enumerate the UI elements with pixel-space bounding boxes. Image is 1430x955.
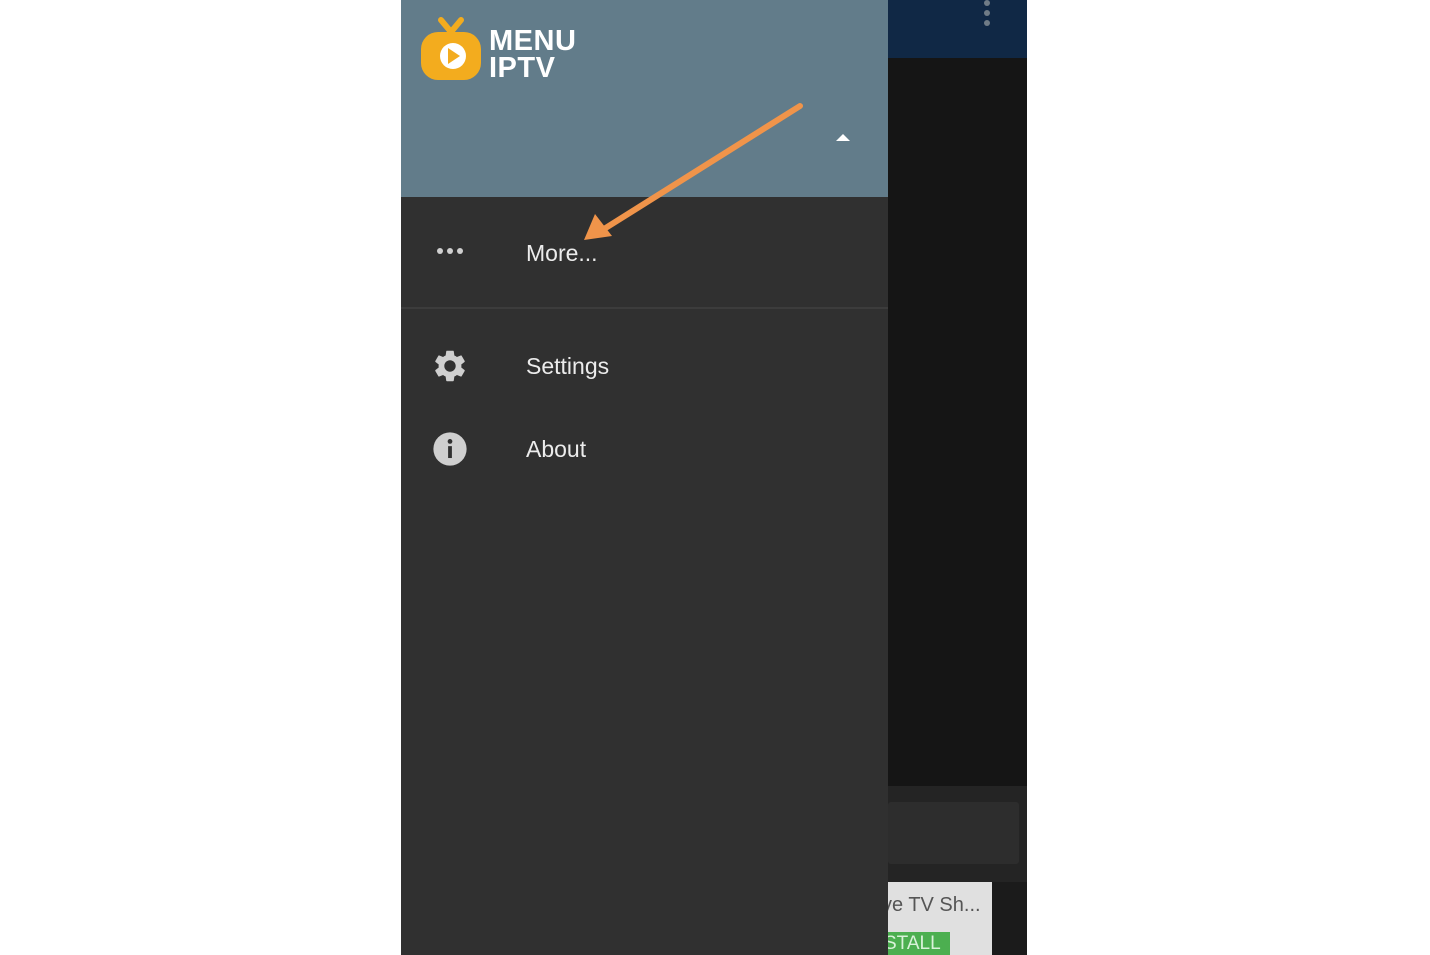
overflow-menu-icon[interactable] (977, 0, 997, 26)
gear-icon (430, 346, 470, 386)
drawer-section-more: More... (401, 197, 888, 309)
drawer-item-more-label: More... (526, 240, 598, 266)
drawer-item-settings-label: Settings (526, 353, 610, 379)
brand-line-1: MENU (489, 25, 577, 57)
drawer-item-settings[interactable]: Settings (401, 326, 888, 406)
drawer-item-about-label: About (526, 436, 587, 462)
background-card-title: ve TV Sh... (888, 894, 981, 916)
info-icon (430, 429, 470, 469)
drawer-header: MENU IPTV (401, 0, 888, 197)
brand-name: MENU IPTV (489, 25, 577, 84)
navigation-drawer: MENU IPTV More... Settings About (401, 0, 888, 955)
background-app-bar (888, 0, 1027, 58)
background-panel (888, 786, 1027, 882)
screenshot-stage: ve TV Sh... STALL MENU IPTV More... Sett… (0, 0, 1430, 955)
account-toggle-up-icon[interactable] (834, 130, 852, 144)
tv-play-icon (421, 17, 481, 80)
brand-line-2: IPTV (489, 52, 556, 84)
background-app-card[interactable]: ve TV Sh... STALL (888, 882, 992, 955)
more-horizontal-icon (430, 231, 470, 271)
background-panel-field (888, 802, 1019, 864)
drawer-item-about[interactable]: About (401, 409, 888, 489)
drawer-item-more[interactable]: More... (401, 213, 888, 293)
phone-screen: ve TV Sh... STALL MENU IPTV More... Sett… (401, 0, 1027, 955)
background-card-edge (992, 882, 1027, 955)
background-install-button[interactable]: STALL (888, 932, 950, 955)
